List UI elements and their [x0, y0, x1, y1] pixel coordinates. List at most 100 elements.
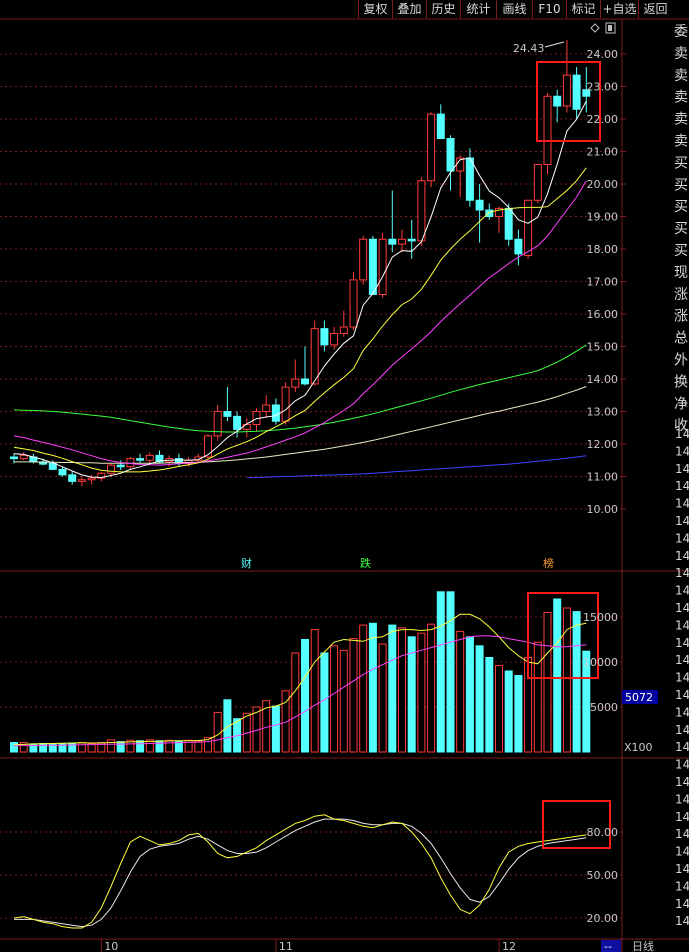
- candle-up[interactable]: [262, 404, 271, 412]
- candle-down[interactable]: [465, 157, 474, 201]
- candle-up[interactable]: [417, 180, 426, 242]
- volume-bar-down[interactable]: [465, 636, 474, 753]
- candle-up[interactable]: [291, 378, 300, 388]
- volume-bar-up[interactable]: [543, 612, 552, 753]
- candle-up[interactable]: [378, 238, 387, 295]
- volume-bar-down[interactable]: [368, 622, 377, 753]
- candle-down[interactable]: [136, 458, 145, 461]
- volume-bar-down[interactable]: [388, 624, 397, 753]
- candle-down[interactable]: [68, 474, 77, 482]
- candle-down[interactable]: [368, 238, 377, 295]
- diamond-icon[interactable]: [590, 23, 600, 33]
- volume-panel[interactable]: [10, 591, 599, 753]
- candle-up[interactable]: [349, 279, 358, 328]
- volume-bar-down[interactable]: [553, 598, 562, 753]
- candle-down[interactable]: [553, 95, 562, 107]
- kdj-panel[interactable]: [13, 800, 611, 929]
- volume-bar-up[interactable]: [107, 739, 115, 753]
- candle-down[interactable]: [446, 138, 455, 172]
- price-y-tick: 19.00: [587, 211, 619, 224]
- volume-bar-up[interactable]: [349, 638, 358, 753]
- candle-down[interactable]: [223, 411, 232, 417]
- candle-up[interactable]: [204, 435, 212, 458]
- candle-up[interactable]: [330, 333, 339, 346]
- candle-down[interactable]: [514, 238, 523, 255]
- candle-up[interactable]: [524, 199, 533, 256]
- candle-up[interactable]: [427, 113, 436, 182]
- volume-bar-down[interactable]: [301, 639, 309, 753]
- candle-down[interactable]: [407, 238, 416, 242]
- volume-bar-down[interactable]: [504, 670, 513, 753]
- volume-bar-up[interactable]: [213, 711, 222, 753]
- volume-bar-down[interactable]: [446, 591, 455, 753]
- candle-down[interactable]: [10, 456, 18, 460]
- volume-bar-up[interactable]: [378, 643, 387, 753]
- volume-bar-up[interactable]: [330, 645, 339, 753]
- candle-up[interactable]: [19, 454, 28, 460]
- volume-bar-up[interactable]: [427, 623, 436, 753]
- volume-bar-up[interactable]: [495, 665, 503, 753]
- candle-down[interactable]: [58, 468, 67, 476]
- candle-down[interactable]: [301, 378, 309, 385]
- stock-chart[interactable]: 24.43 财 跌 榜 24.00 23.00 22.00 21.00 20.00 19.00 1…: [0, 0, 689, 952]
- candle-up[interactable]: [562, 74, 571, 107]
- volume-bar-down[interactable]: [475, 645, 484, 753]
- side-panel-value: 14: [675, 758, 689, 772]
- candle-down[interactable]: [436, 113, 445, 139]
- candle-down[interactable]: [320, 328, 329, 346]
- candle-down[interactable]: [48, 463, 57, 470]
- candle-down[interactable]: [485, 209, 494, 217]
- candle-up[interactable]: [87, 477, 96, 481]
- candle-up[interactable]: [398, 238, 406, 245]
- volume-bar-down[interactable]: [514, 675, 523, 753]
- candle-down[interactable]: [233, 415, 242, 430]
- price-y-tick: 12.00: [587, 438, 619, 451]
- candle-up[interactable]: [145, 454, 154, 461]
- candle-up[interactable]: [533, 164, 542, 201]
- volume-bar-up[interactable]: [339, 649, 348, 753]
- candle-up[interactable]: [543, 95, 552, 165]
- candle-up[interactable]: [281, 386, 290, 422]
- volume-bar-up[interactable]: [456, 630, 465, 753]
- volume-bar-down[interactable]: [155, 740, 164, 753]
- volume-bar-up[interactable]: [398, 627, 406, 753]
- candle-up[interactable]: [359, 238, 368, 281]
- volume-bar-down[interactable]: [116, 741, 125, 753]
- candle-up[interactable]: [126, 458, 135, 468]
- event-label[interactable]: 跌: [360, 556, 371, 570]
- candle-up[interactable]: [107, 464, 115, 474]
- volume-bar-down[interactable]: [68, 742, 77, 753]
- volume-bar-up[interactable]: [310, 629, 319, 753]
- volume-bar-down[interactable]: [10, 742, 18, 753]
- high-price-pointer: [544, 41, 565, 48]
- candle-down[interactable]: [475, 199, 484, 211]
- candle-down[interactable]: [271, 404, 280, 422]
- volume-bar-up[interactable]: [165, 739, 174, 753]
- price-panel[interactable]: 24.43 财 跌 榜: [10, 22, 616, 570]
- volume-bar-down[interactable]: [320, 652, 329, 753]
- period-label[interactable]: 日线: [632, 939, 654, 952]
- volume-bar-down[interactable]: [136, 740, 145, 753]
- event-label[interactable]: 榜: [543, 556, 554, 570]
- volume-bar-down[interactable]: [271, 705, 280, 753]
- candle-up[interactable]: [339, 326, 348, 334]
- candle-up[interactable]: [310, 328, 319, 385]
- price-y-tick: 18.00: [587, 243, 619, 256]
- candle-down[interactable]: [388, 238, 397, 245]
- volume-bar-up[interactable]: [359, 624, 368, 753]
- volume-bar-up[interactable]: [291, 652, 300, 753]
- volume-bar-down[interactable]: [436, 591, 445, 753]
- volume-bar-up[interactable]: [194, 740, 203, 753]
- event-label[interactable]: 财: [241, 556, 252, 570]
- volume-bar-up[interactable]: [77, 742, 86, 753]
- candle-down[interactable]: [572, 74, 581, 110]
- axis-layer: 24.00 23.00 22.00 21.00 20.00 19.00 18.00 17.00…: [100, 48, 658, 952]
- candle-up[interactable]: [77, 479, 86, 482]
- volume-bar-down[interactable]: [572, 611, 581, 753]
- volume-bar-down[interactable]: [39, 742, 48, 753]
- candle-up[interactable]: [213, 411, 222, 437]
- volume-bar-up[interactable]: [533, 641, 542, 753]
- volume-bar-down[interactable]: [485, 657, 494, 753]
- candle-down[interactable]: [504, 207, 513, 240]
- candle-down[interactable]: [116, 464, 125, 468]
